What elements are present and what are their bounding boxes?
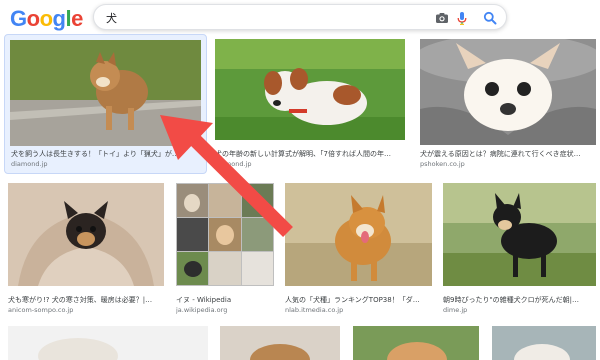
result-source: diamond.jp — [215, 160, 252, 168]
image-result[interactable] — [353, 326, 479, 360]
result-source: ja.wikipedia.org — [176, 306, 228, 314]
image-result[interactable]: 犬の年齢の新しい計算式が解明、「7倍すれば人間の年… diamond.jp — [215, 39, 405, 174]
image-result[interactable]: 犬も寒がり!? 犬の寒さ対策、暖房は必要？|… anicom-sompo.co.… — [8, 183, 164, 318]
logo-letter: o — [39, 6, 53, 31]
logo-letter: G — [10, 6, 27, 31]
microphone-icon[interactable] — [454, 10, 470, 26]
result-source: anicom-sompo.co.jp — [8, 306, 74, 314]
result-caption[interactable]: 人気の「犬種」ランキングTOP38！「ダ… — [285, 295, 432, 305]
image-result[interactable] — [8, 326, 208, 360]
result-thumbnail-partial[interactable] — [492, 326, 596, 360]
result-source: dime.jp — [443, 306, 468, 314]
search-query[interactable]: 犬 — [106, 10, 117, 26]
result-source: pshoken.co.jp — [420, 160, 465, 168]
logo-letter: e — [71, 6, 83, 31]
result-caption[interactable]: 犬も寒がり!? 犬の寒さ対策、暖房は必要？|… — [8, 295, 164, 305]
result-thumbnail-chihuahua-blanket[interactable] — [420, 39, 596, 145]
image-result[interactable]: 朝9時ぴったり"の雑種犬クロが死んだ朝|… dime.jp — [443, 183, 596, 318]
result-source: nlab.itmedia.co.jp — [285, 306, 344, 314]
image-result[interactable] — [492, 326, 596, 360]
result-thumbnail-partial[interactable] — [220, 326, 340, 360]
result-thumbnail-black-dog[interactable] — [443, 183, 596, 286]
camera-icon[interactable] — [434, 10, 450, 26]
search-icon[interactable] — [482, 10, 498, 26]
result-thumbnail-puppy-in-blanket[interactable] — [8, 183, 164, 286]
result-thumbnail-dog-breeds-collage[interactable] — [176, 183, 274, 286]
result-thumbnail-shiba-inu[interactable] — [285, 183, 432, 286]
result-caption[interactable]: 犬が震える原因とは？病院に連れて行くべき症状… — [420, 149, 596, 159]
logo-letter: g — [52, 6, 66, 31]
result-thumbnail-shiba-puppy-running[interactable] — [10, 40, 201, 146]
result-thumbnail-jack-russell[interactable] — [215, 39, 405, 140]
image-result[interactable]: 犬を飼う人は長生きする！「トイ」より「猟犬」が… diamond.jp — [4, 34, 207, 174]
image-result[interactable]: 人気の「犬種」ランキングTOP38！「ダ… nlab.itmedia.co.jp — [285, 183, 432, 318]
result-thumbnail-partial[interactable] — [8, 326, 208, 360]
google-logo[interactable]: G o o g l e — [10, 6, 83, 31]
result-caption[interactable]: 朝9時ぴったり"の雑種犬クロが死んだ朝|… — [443, 295, 596, 305]
search-box[interactable]: 犬 — [93, 4, 507, 30]
result-source: diamond.jp — [11, 160, 48, 168]
result-caption[interactable]: イヌ - Wikipedia — [176, 295, 274, 305]
image-result[interactable]: イヌ - Wikipedia ja.wikipedia.org — [176, 183, 274, 318]
result-caption[interactable]: 犬の年齢の新しい計算式が解明、「7倍すれば人間の年… — [215, 149, 405, 159]
result-caption[interactable]: 犬を飼う人は長生きする！「トイ」より「猟犬」が… — [11, 149, 203, 159]
image-result[interactable] — [220, 326, 340, 360]
logo-letter: o — [26, 6, 40, 31]
result-thumbnail-partial[interactable] — [353, 326, 479, 360]
image-result[interactable]: 犬が震える原因とは？病院に連れて行くべき症状… pshoken.co.jp — [420, 39, 596, 174]
